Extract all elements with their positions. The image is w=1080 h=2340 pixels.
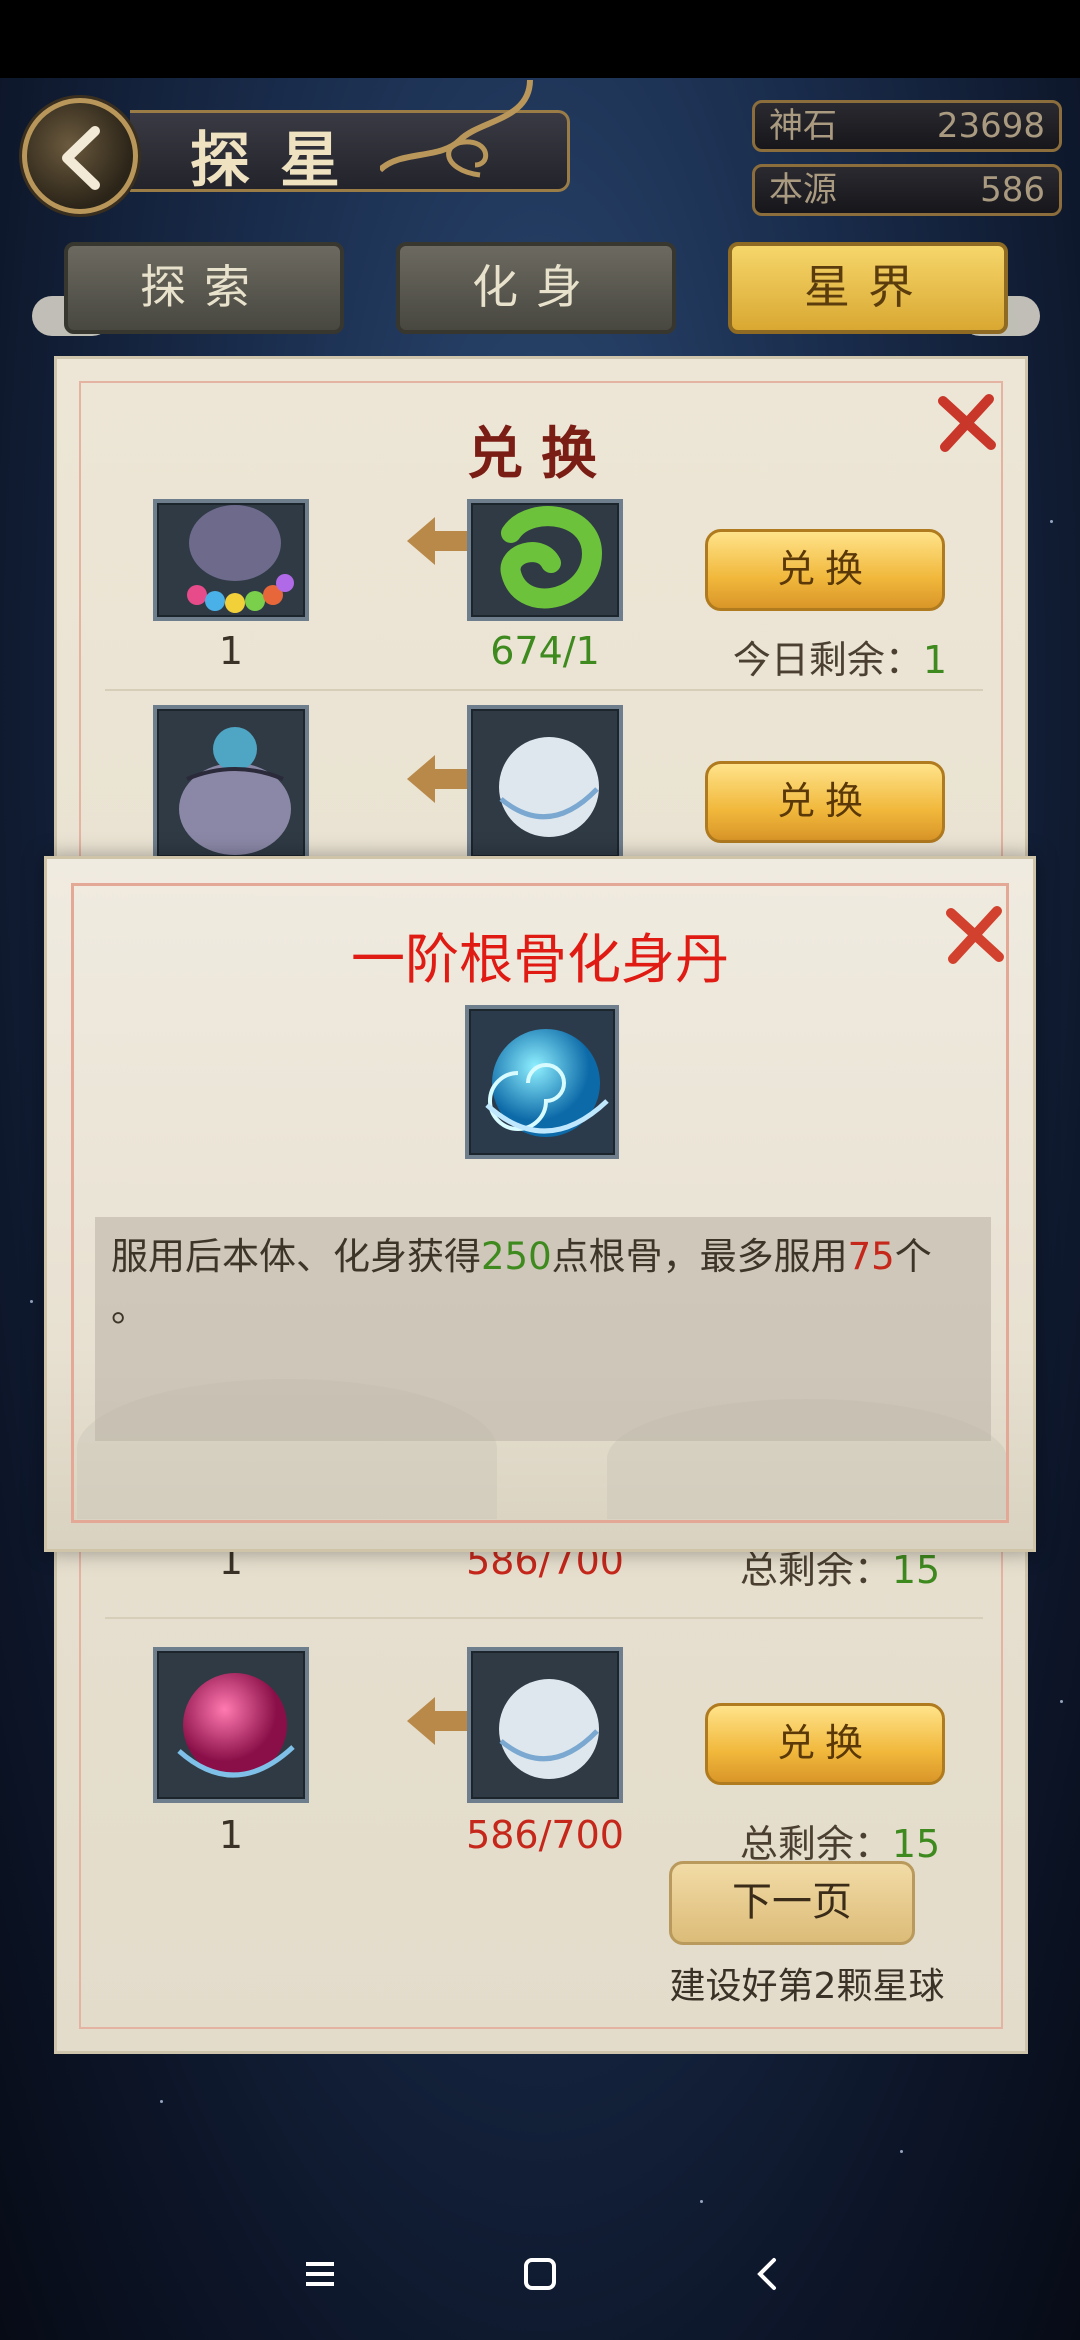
reward-count: 1 (218, 1813, 244, 1857)
desc-text: 服用后本体、化身获得 (111, 1235, 481, 1278)
item-description: 服用后本体、化身获得250点根骨，最多服用75个。 (111, 1231, 981, 1335)
tab-avatar[interactable]: 化身 (396, 242, 676, 334)
page-title: 探星 (190, 126, 370, 196)
cost-slot[interactable] (467, 705, 623, 861)
exchange-row: 1 674/1 兑换 今日剩余：1 (105, 499, 983, 691)
currency-label: 神石 (769, 106, 837, 146)
desc-text: 点根骨，最多服用 (551, 1235, 848, 1278)
desc-text: 。 (111, 1287, 148, 1330)
home-icon[interactable] (520, 2254, 560, 2294)
nav-back-icon[interactable] (748, 2254, 788, 2294)
exchange-button[interactable]: 兑换 (705, 529, 945, 611)
exchange-title: 兑换 (467, 421, 615, 487)
cost-value: 674/1 (490, 629, 600, 673)
blue-orb-bag-icon (179, 727, 291, 855)
reward-slot[interactable] (153, 705, 309, 861)
close-icon[interactable] (935, 391, 999, 455)
exchange-row: 1 586/700 兑换 总剩余：15 (105, 1647, 983, 1866)
remaining-total: 总剩余：15 (705, 1813, 975, 1868)
close-icon[interactable] (943, 903, 1007, 967)
desc-number: 250 (481, 1235, 552, 1278)
remain-label: 今日剩余： (732, 638, 923, 682)
exchange-row: 兑换 (105, 705, 983, 861)
reward-slot[interactable] (153, 1647, 309, 1803)
item-detail-popup: 一阶根骨化身丹 服用后本体、化身获得250点根骨，最多服用75个。 (44, 856, 1036, 1552)
currency-label: 本源 (769, 170, 837, 210)
remain-value: 15 (891, 1822, 941, 1866)
next-page-requirement: 建设好第2颗星球 (669, 1966, 945, 2007)
remaining-today: 今日剩余：1 (705, 629, 975, 684)
back-arrow-icon (62, 126, 100, 190)
item-name: 一阶根骨化身丹 (351, 928, 729, 991)
remain-label: 总剩余： (739, 1822, 892, 1866)
blue-pill-icon (485, 1029, 609, 1137)
item-icon-slot (465, 1005, 619, 1159)
cost-slot[interactable] (467, 499, 623, 621)
title-swirl-ornament (380, 80, 533, 178)
remain-label: 总剩余： (739, 1548, 892, 1592)
reward-count: 1 (218, 629, 244, 673)
cost-value: 586/700 (466, 1813, 624, 1857)
next-page-button[interactable]: 下一页 (669, 1861, 915, 1945)
remain-value: 1 (922, 638, 948, 682)
remain-value: 15 (891, 1548, 941, 1592)
desc-text: 个 (894, 1235, 932, 1278)
currency-value: 23698 (936, 106, 1045, 146)
back-button[interactable] (22, 98, 138, 214)
exchange-button[interactable]: 兑换 (705, 1703, 945, 1785)
desc-number: 75 (847, 1235, 895, 1278)
white-orb-icon (499, 737, 599, 837)
pink-pill-icon (177, 1673, 295, 1778)
currency-value: 586 (980, 170, 1045, 210)
menu-icon[interactable] (300, 2254, 340, 2294)
cost-slot[interactable] (467, 1647, 623, 1803)
orb-bag-icon (187, 505, 294, 613)
tab-explore[interactable]: 探索 (64, 242, 344, 334)
status-bar (0, 0, 1080, 78)
jade-dragon-icon (500, 506, 602, 609)
exchange-button[interactable]: 兑换 (705, 761, 945, 843)
tab-star-realm[interactable]: 星界 (728, 242, 1008, 334)
currency-benyuan: 本源 586 (752, 164, 1062, 216)
reward-slot[interactable] (153, 499, 309, 621)
currency-shenshi: 神石 23698 (752, 100, 1062, 152)
white-orb-icon (499, 1679, 599, 1779)
